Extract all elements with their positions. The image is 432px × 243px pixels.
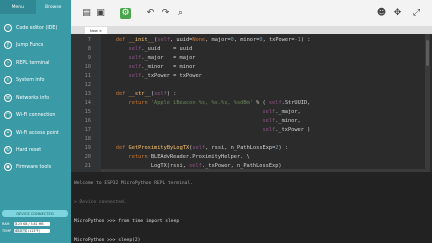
code-text: def __init__(self, uuid=None, major=0, m… — [115, 37, 311, 43]
sidebar-item-label: Firmware tools — [16, 164, 52, 170]
code-line[interactable]: 7 def __init__(self, uuid=None, major=0,… — [71, 36, 432, 45]
code-text: self._uuid = uuid — [128, 46, 193, 52]
access-point-icon: • — [4, 129, 12, 137]
line-number: 16 — [84, 118, 91, 124]
line-number: 19 — [84, 145, 91, 151]
code-line[interactable]: 14 return 'Apple iBeacon %s, %s.%s, %sdB… — [71, 99, 432, 108]
tab-menu[interactable]: Menu — [0, 0, 36, 14]
line-number: 13 — [84, 91, 91, 97]
code-text: def __str__(self) : — [115, 91, 177, 97]
code-text: return 'Apple iBeacon %s, %s.%s, %sdBm' … — [128, 100, 311, 106]
line-number: 21 — [84, 163, 91, 169]
code-icon: ‹ — [4, 24, 12, 32]
scroll-thumb[interactable] — [426, 40, 429, 66]
reset-icon: ↻ — [4, 146, 12, 154]
code-line[interactable]: 13 def __str__(self) : — [71, 90, 432, 99]
terminal-line: MicroPython >>> sleep(2) — [74, 238, 141, 243]
sidebar-item-system-info[interactable]: i System info — [0, 73, 71, 87]
stat-key: TEMP — [2, 229, 12, 233]
function-icon: ƒ — [4, 41, 12, 49]
wifi-icon: ◠ — [4, 111, 12, 119]
firmware-icon: ▪ — [4, 163, 12, 171]
code-line[interactable]: 18 — [71, 135, 432, 144]
line-number: 12 — [84, 82, 91, 88]
terminal-line: MicroPython >>> from time import sleep — [74, 219, 180, 224]
line-number: 8 — [87, 46, 91, 52]
code-line[interactable]: 11 self._txPower = txPower — [71, 72, 432, 81]
robot-icon[interactable]: ☻ — [376, 8, 387, 19]
sidebar-item-label: Hard reset — [16, 147, 42, 153]
code-line[interactable]: 8 self._uuid = uuid — [71, 45, 432, 54]
file-icon[interactable]: ▤ — [81, 8, 92, 19]
ram-stat: RAM 3.25 KB / 3.81 MB — [2, 221, 68, 227]
code-line[interactable]: 19 def GetProximityByLogTX(self, rssi, n… — [71, 144, 432, 153]
save-icon[interactable]: ▣ — [95, 8, 106, 19]
sidebar-item-firmware-tools[interactable]: ▪ Firmware tools — [0, 160, 71, 174]
code-line[interactable]: 16 self._minor, — [71, 117, 432, 126]
ram-bar: 3.25 KB / 3.81 MB — [14, 222, 50, 226]
code-text: def GetProximityByLogTX(self, rssi, n_Pa… — [115, 145, 289, 151]
sidebar-item-wifi-access-point[interactable]: • Wi-Fi access point — [0, 126, 71, 140]
info-icon: i — [4, 76, 12, 84]
sidebar-item-label: Code editor (IDE) — [16, 25, 58, 31]
sidebar-item-label: Wi-Fi access point — [16, 130, 59, 136]
toolbar: ▤ ▣ ⚙ ↶ ↷ ⌕ ☻ ✥ ⤢ — [71, 0, 432, 26]
sidebar-item-label: Wi-Fi connection — [16, 112, 56, 118]
line-number: 15 — [84, 109, 91, 115]
repl-terminal[interactable]: Welcome to ESP32 MicroPython REPL termin… — [71, 172, 432, 243]
editor-scrollbar[interactable] — [425, 34, 430, 172]
redo-icon[interactable]: ↷ — [160, 8, 171, 19]
code-line[interactable]: 9 self._major = major — [71, 54, 432, 63]
sidebar-item-networks-info[interactable]: ≡ Networks info — [0, 91, 71, 105]
sidebar-item-jump-funcs[interactable]: ƒ Jump Funcs — [0, 38, 71, 52]
code-line[interactable]: 17 self._txPower ) — [71, 126, 432, 135]
code-editor[interactable]: 7 def __init__(self, uuid=None, major=0,… — [71, 34, 432, 172]
code-line[interactable]: 15 self._major, — [71, 108, 432, 117]
temp-bar: 43.0 °C (113°F) — [14, 229, 50, 233]
sidebar-item-hard-reset[interactable]: ↻ Hard reset — [0, 143, 71, 157]
tab-browse[interactable]: Browse — [35, 0, 71, 14]
code-text: self._major = major — [128, 55, 196, 61]
code-text: return BLEAdvReader.ProximityHelper. \ — [128, 154, 250, 160]
sidebar-item-repl-terminal[interactable]: › REPL terminal — [0, 56, 71, 70]
line-number: 7 — [87, 37, 91, 43]
stat-key: RAM — [2, 222, 10, 226]
line-number: 18 — [84, 136, 91, 142]
code-line[interactable]: 20 return BLEAdvReader.ProximityHelper. … — [71, 153, 432, 162]
sidebar-item-label: Jump Funcs — [16, 42, 44, 48]
sidebar-tabs: Menu Browse — [0, 0, 71, 14]
line-number: 20 — [84, 154, 91, 160]
status-badge: DEVICE CONNECTED — [2, 210, 68, 217]
line-number: 11 — [84, 73, 91, 79]
line-number: 9 — [87, 55, 91, 61]
code-line[interactable]: 10 self._minor = minor — [71, 63, 432, 72]
plugin-icon[interactable]: ✥ — [392, 8, 403, 19]
code-line[interactable]: 12 — [71, 81, 432, 90]
code-text: self._major, — [262, 109, 301, 115]
code-text: self._txPower = txPower — [128, 73, 202, 79]
code-text: self._minor, — [262, 118, 301, 124]
terminal-icon: › — [4, 59, 12, 67]
terminal-line: > Device connected. — [74, 200, 127, 205]
sidebar-item-label: System info — [16, 77, 45, 83]
network-icon: ≡ — [4, 94, 12, 102]
sidebar-item-label: Networks info — [16, 95, 50, 101]
undo-icon[interactable]: ↶ — [145, 8, 156, 19]
temp-stat: TEMP 43.0 °C (113°F) — [2, 228, 68, 234]
fullscreen-icon[interactable]: ⤢ — [411, 8, 422, 19]
code-text: self._txPower ) — [262, 127, 311, 133]
line-number: 14 — [84, 100, 91, 106]
line-number: 17 — [84, 127, 91, 133]
search-icon[interactable]: ⌕ — [175, 8, 186, 19]
sidebar-item-label: REPL terminal — [16, 60, 50, 66]
settings-icon[interactable]: ⚙ — [120, 8, 131, 19]
tab-new-file[interactable]: New × — [85, 27, 107, 34]
code-text: self._minor = minor — [128, 64, 196, 70]
sidebar-item-code-editor[interactable]: ‹ Code editor (IDE) — [0, 21, 71, 35]
line-number: 10 — [84, 64, 91, 70]
sidebar: Menu Browse ‹ Code editor (IDE) ƒ Jump F… — [0, 0, 71, 243]
editor-tabs: New × — [71, 26, 432, 34]
sidebar-item-wifi-connection[interactable]: ◠ Wi-Fi connection — [0, 108, 71, 122]
terminal-line: Welcome to ESP32 MicroPython REPL termin… — [74, 181, 193, 186]
